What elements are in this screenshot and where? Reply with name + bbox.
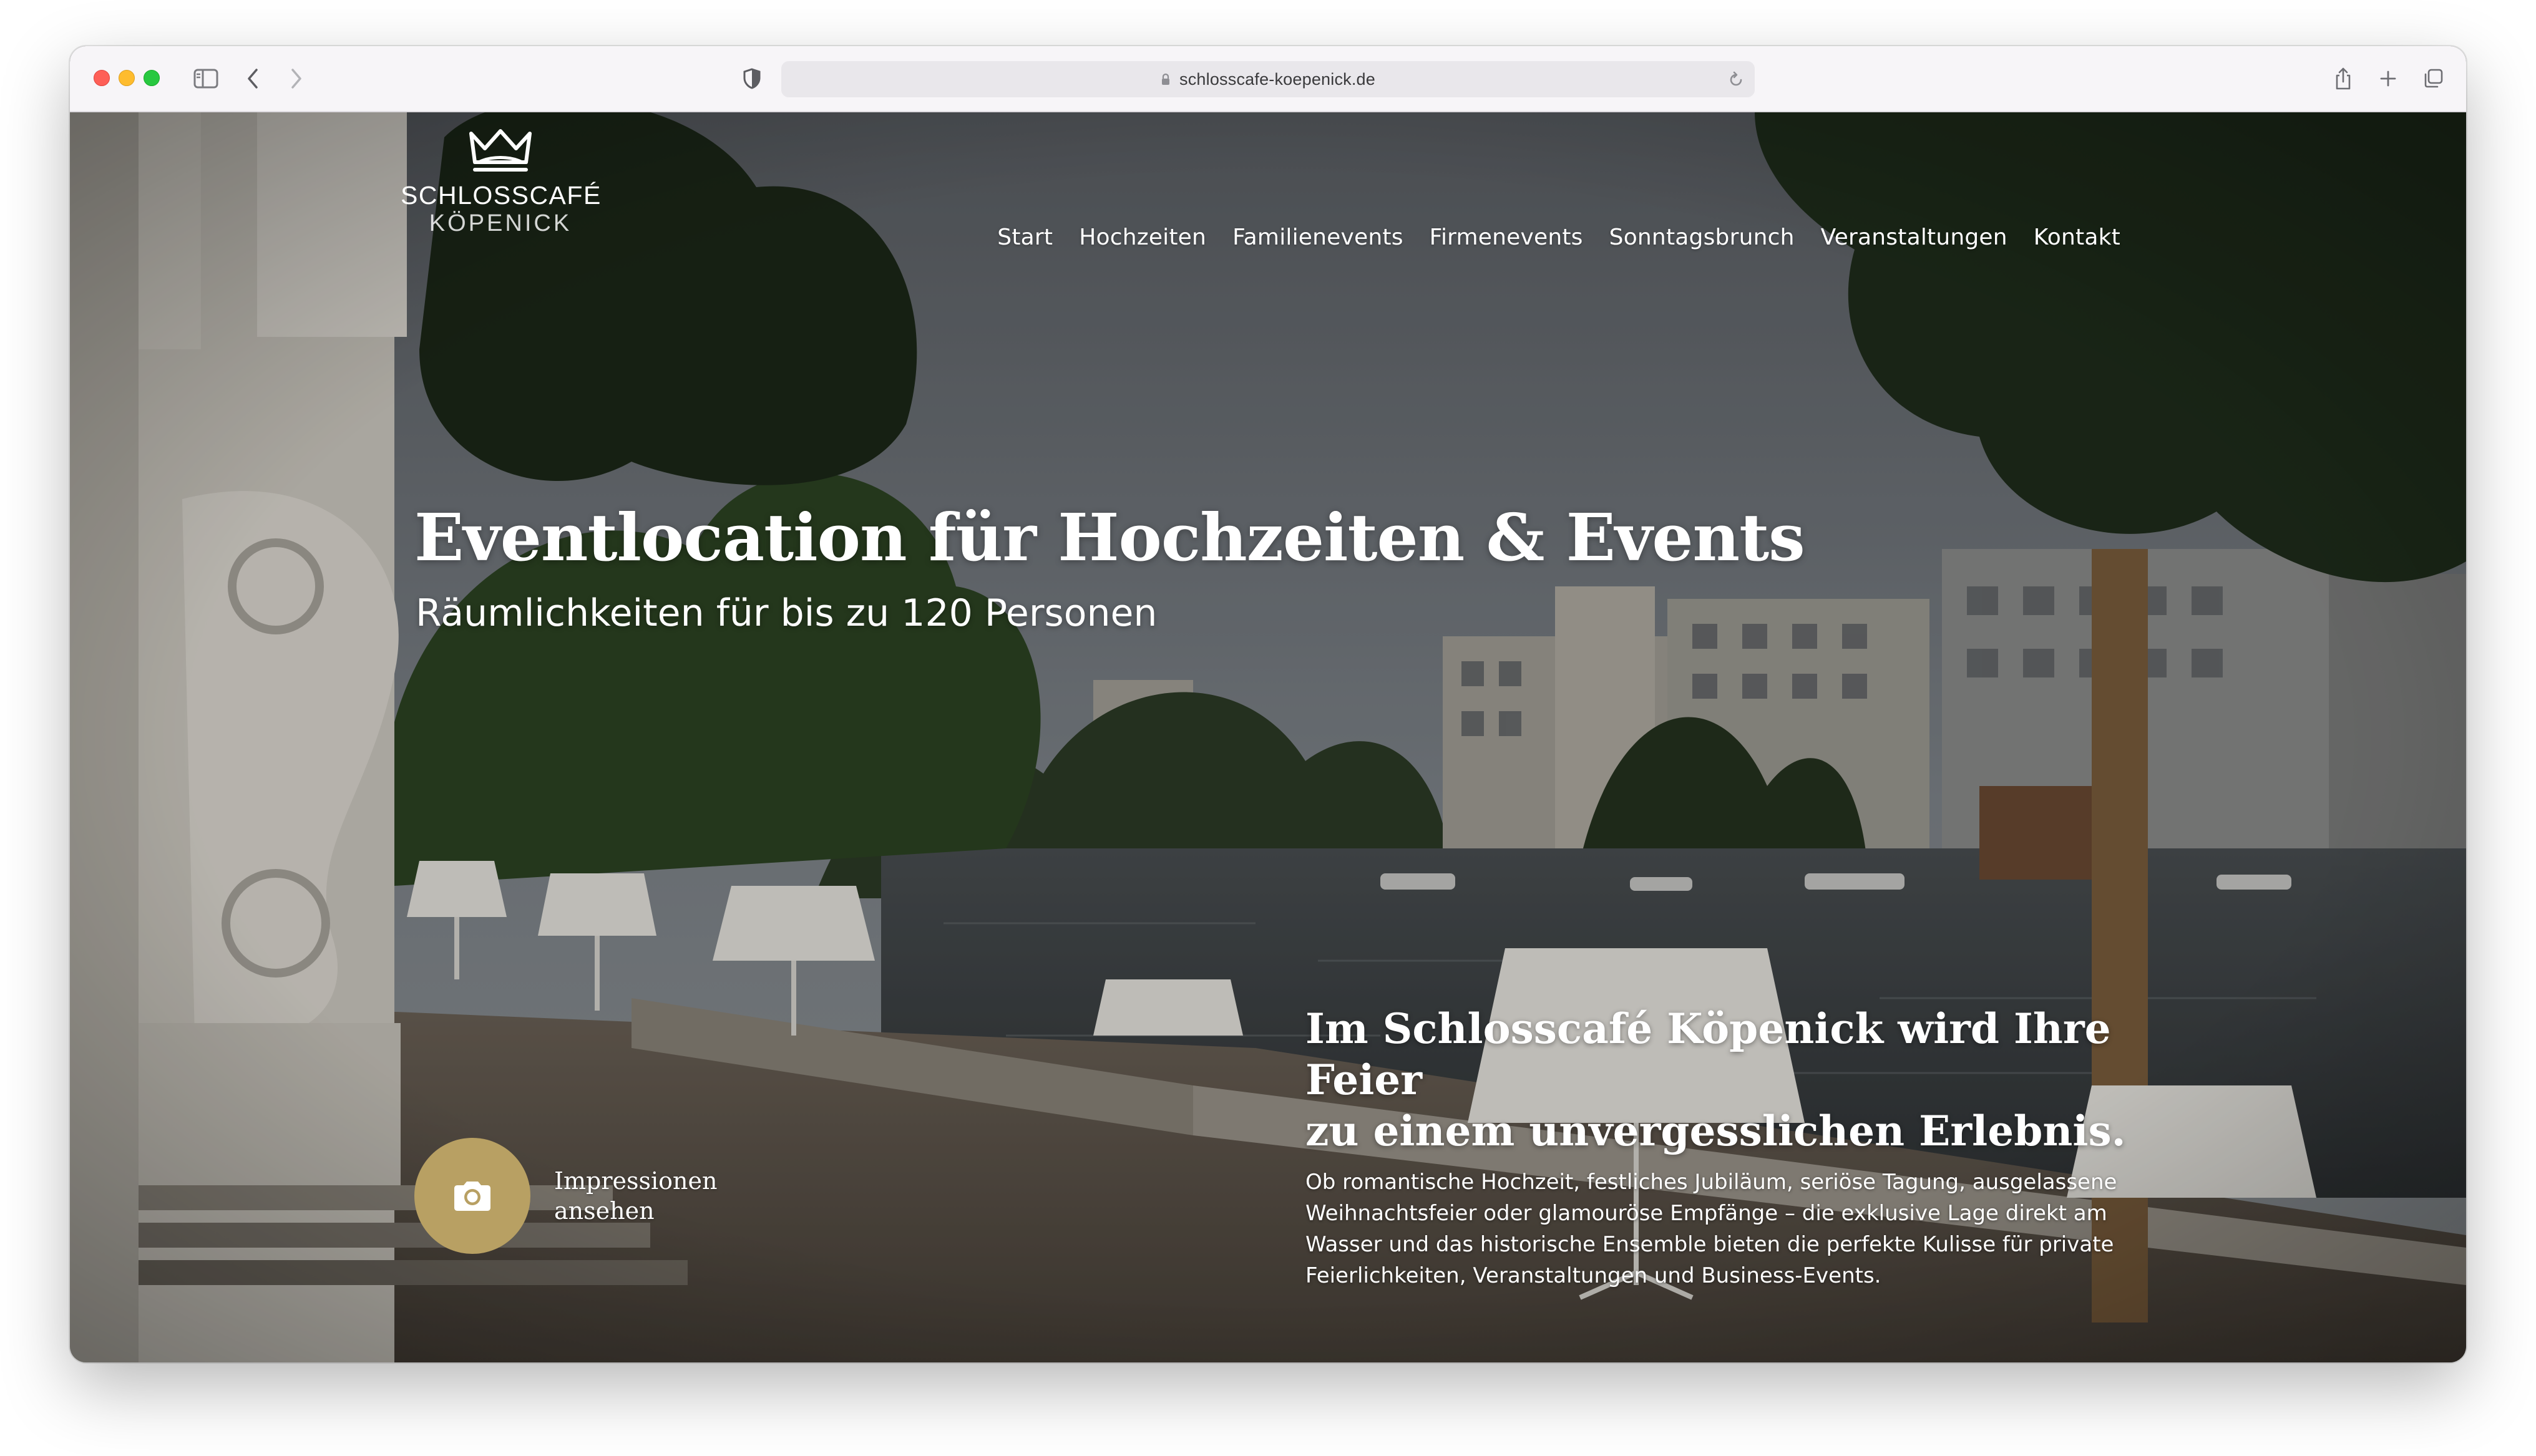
nav-item-kontakt[interactable]: Kontakt (2034, 225, 2120, 250)
minimize-window-button[interactable] (119, 70, 135, 86)
nav-item-familienevents[interactable]: Familienevents (1232, 225, 1403, 250)
nav-item-hochzeiten[interactable]: Hochzeiten (1079, 225, 1206, 250)
impressions-label[interactable]: Impressionen ansehen (554, 1166, 718, 1226)
tab-overview-icon[interactable] (2417, 62, 2449, 95)
hero-subheadline: Räumlichkeiten für bis zu 120 Personen (416, 591, 1158, 635)
browser-window: schlosscafe-koepenick.de SCHLOSSCAFÉ KÖP… (70, 46, 2466, 1362)
camera-icon (454, 1182, 490, 1211)
intro-paragraph: Ob romantische Hochzeit, festliches Jubi… (1305, 1170, 2117, 1288)
intro-heading: Im Schlosscafé Köpenick wird Ihre Feier … (1305, 1004, 2126, 1155)
close-window-button[interactable] (94, 70, 110, 86)
logo-text-primary: SCHLOSSCAFÉ (401, 181, 602, 210)
address-bar[interactable]: schlosscafe-koepenick.de (781, 61, 1755, 97)
hero-section: SCHLOSSCAFÉ KÖPENICK Start Hochzeiten Fa… (70, 112, 2466, 1362)
main-navigation: Start Hochzeiten Familienevents Firmenev… (997, 225, 2120, 250)
lock-icon (1161, 73, 1171, 85)
privacy-shield-icon[interactable] (738, 62, 766, 95)
forward-icon[interactable] (282, 62, 311, 95)
zoom-window-button[interactable] (144, 70, 160, 86)
nav-item-veranstaltungen[interactable]: Veranstaltungen (1821, 225, 2007, 250)
camera-button-circle[interactable] (414, 1138, 530, 1254)
url-text: schlosscafe-koepenick.de (1179, 69, 1375, 89)
crown-icon (469, 129, 532, 172)
back-icon[interactable] (238, 62, 267, 95)
impressions-button[interactable]: Impressionen ansehen (414, 1138, 718, 1254)
new-tab-icon[interactable] (2373, 62, 2404, 95)
reload-icon[interactable] (1727, 70, 1745, 91)
intro-block: Im Schlosscafé Köpenick wird Ihre Feier … (1305, 1003, 2167, 1291)
nav-item-firmenevents[interactable]: Firmenevents (1430, 225, 1583, 250)
hero-headline: Eventlocation für Hochzeiten & Events (414, 499, 1805, 576)
site-logo[interactable]: SCHLOSSCAFÉ KÖPENICK (401, 127, 600, 237)
share-icon[interactable] (2328, 62, 2359, 95)
nav-item-sonntagsbrunch[interactable]: Sonntagsbrunch (1609, 225, 1795, 250)
logo-text-secondary: KÖPENICK (429, 210, 572, 236)
browser-toolbar: schlosscafe-koepenick.de (70, 46, 2466, 112)
sidebar-toggle-icon[interactable] (188, 62, 223, 95)
nav-item-start[interactable]: Start (997, 225, 1053, 250)
